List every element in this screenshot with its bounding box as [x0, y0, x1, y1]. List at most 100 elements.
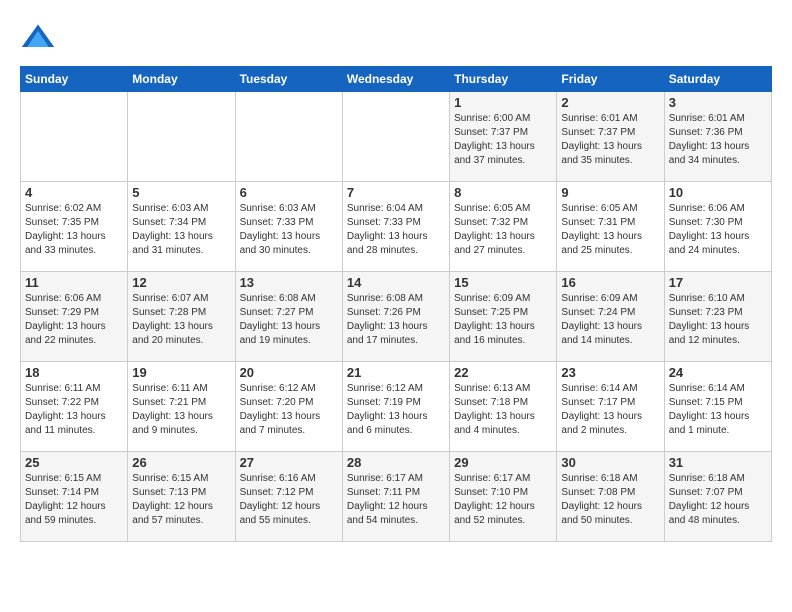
day-header-thursday: Thursday	[450, 67, 557, 92]
calendar-table: SundayMondayTuesdayWednesdayThursdayFrid…	[20, 66, 772, 542]
calendar-cell: 12 Sunrise: 6:07 AM Sunset: 7:28 PM Dayli…	[128, 272, 235, 362]
day-number: 15	[454, 275, 552, 290]
day-header-monday: Monday	[128, 67, 235, 92]
day-header-tuesday: Tuesday	[235, 67, 342, 92]
page-header	[20, 20, 772, 56]
cell-content: Sunrise: 6:04 AM Sunset: 7:33 PM Dayligh…	[347, 202, 445, 258]
cell-content: Sunrise: 6:09 AM Sunset: 7:25 PM Dayligh…	[454, 292, 552, 348]
calendar-cell: 22 Sunrise: 6:13 AM Sunset: 7:18 PM Dayli…	[450, 362, 557, 452]
day-number: 2	[561, 95, 659, 110]
calendar-cell: 26 Sunrise: 6:15 AM Sunset: 7:13 PM Dayli…	[128, 452, 235, 542]
day-number: 19	[132, 365, 230, 380]
logo	[20, 20, 62, 56]
calendar-cell: 20 Sunrise: 6:12 AM Sunset: 7:20 PM Dayli…	[235, 362, 342, 452]
day-number: 23	[561, 365, 659, 380]
cell-content: Sunrise: 6:03 AM Sunset: 7:33 PM Dayligh…	[240, 202, 338, 258]
calendar-cell	[342, 92, 449, 182]
calendar-week-5: 25Sunrise: 6:15 AM Sunset: 7:14 PM Dayli…	[21, 452, 772, 542]
cell-content: Sunrise: 6:05 AM Sunset: 7:32 PM Dayligh…	[454, 202, 552, 258]
day-number: 13	[240, 275, 338, 290]
cell-content: Sunrise: 6:02 AM Sunset: 7:35 PM Dayligh…	[25, 202, 123, 258]
cell-content: Sunrise: 6:11 AM Sunset: 7:21 PM Dayligh…	[132, 382, 230, 438]
cell-content: Sunrise: 6:14 AM Sunset: 7:17 PM Dayligh…	[561, 382, 659, 438]
day-number: 10	[669, 185, 767, 200]
calendar-cell: 19 Sunrise: 6:11 AM Sunset: 7:21 PM Dayli…	[128, 362, 235, 452]
calendar-week-2: 4 Sunrise: 6:02 AM Sunset: 7:35 PM Daylig…	[21, 182, 772, 272]
calendar-cell: 6 Sunrise: 6:03 AM Sunset: 7:33 PM Daylig…	[235, 182, 342, 272]
cell-content: Sunrise: 6:01 AM Sunset: 7:36 PM Dayligh…	[669, 112, 767, 168]
day-number: 11	[25, 275, 123, 290]
calendar-cell	[235, 92, 342, 182]
cell-content: Sunrise: 6:01 AM Sunset: 7:37 PM Dayligh…	[561, 112, 659, 168]
calendar-cell: 25Sunrise: 6:15 AM Sunset: 7:14 PM Dayli…	[21, 452, 128, 542]
calendar-cell: 31 Sunrise: 6:18 AM Sunset: 7:07 PM Dayli…	[664, 452, 771, 542]
calendar-cell: 23 Sunrise: 6:14 AM Sunset: 7:17 PM Dayli…	[557, 362, 664, 452]
calendar-week-1: 1Sunrise: 6:00 AM Sunset: 7:37 PM Daylig…	[21, 92, 772, 182]
cell-content: Sunrise: 6:12 AM Sunset: 7:19 PM Dayligh…	[347, 382, 445, 438]
day-number: 18	[25, 365, 123, 380]
calendar-cell: 10 Sunrise: 6:06 AM Sunset: 7:30 PM Dayli…	[664, 182, 771, 272]
cell-content: Sunrise: 6:18 AM Sunset: 7:07 PM Dayligh…	[669, 472, 767, 528]
day-number: 12	[132, 275, 230, 290]
cell-content: Sunrise: 6:15 AM Sunset: 7:13 PM Dayligh…	[132, 472, 230, 528]
cell-content: Sunrise: 6:08 AM Sunset: 7:26 PM Dayligh…	[347, 292, 445, 348]
calendar-cell: 17 Sunrise: 6:10 AM Sunset: 7:23 PM Dayli…	[664, 272, 771, 362]
day-number: 21	[347, 365, 445, 380]
day-number: 1	[454, 95, 552, 110]
calendar-cell: 3 Sunrise: 6:01 AM Sunset: 7:36 PM Daylig…	[664, 92, 771, 182]
calendar-cell: 9 Sunrise: 6:05 AM Sunset: 7:31 PM Daylig…	[557, 182, 664, 272]
day-header-sunday: Sunday	[21, 67, 128, 92]
day-number: 4	[25, 185, 123, 200]
day-header-wednesday: Wednesday	[342, 67, 449, 92]
cell-content: Sunrise: 6:07 AM Sunset: 7:28 PM Dayligh…	[132, 292, 230, 348]
day-number: 9	[561, 185, 659, 200]
day-number: 22	[454, 365, 552, 380]
cell-content: Sunrise: 6:15 AM Sunset: 7:14 PM Dayligh…	[25, 472, 123, 528]
cell-content: Sunrise: 6:16 AM Sunset: 7:12 PM Dayligh…	[240, 472, 338, 528]
cell-content: Sunrise: 6:17 AM Sunset: 7:11 PM Dayligh…	[347, 472, 445, 528]
calendar-cell	[128, 92, 235, 182]
calendar-cell: 29 Sunrise: 6:17 AM Sunset: 7:10 PM Dayli…	[450, 452, 557, 542]
calendar-cell: 13 Sunrise: 6:08 AM Sunset: 7:27 PM Dayli…	[235, 272, 342, 362]
day-number: 17	[669, 275, 767, 290]
day-number: 6	[240, 185, 338, 200]
day-number: 14	[347, 275, 445, 290]
calendar-cell: 5 Sunrise: 6:03 AM Sunset: 7:34 PM Daylig…	[128, 182, 235, 272]
cell-content: Sunrise: 6:10 AM Sunset: 7:23 PM Dayligh…	[669, 292, 767, 348]
day-number: 5	[132, 185, 230, 200]
calendar-cell: 7Sunrise: 6:04 AM Sunset: 7:33 PM Daylig…	[342, 182, 449, 272]
cell-content: Sunrise: 6:12 AM Sunset: 7:20 PM Dayligh…	[240, 382, 338, 438]
day-header-saturday: Saturday	[664, 67, 771, 92]
day-number: 28	[347, 455, 445, 470]
day-number: 24	[669, 365, 767, 380]
calendar-cell: 2 Sunrise: 6:01 AM Sunset: 7:37 PM Daylig…	[557, 92, 664, 182]
calendar-cell: 30 Sunrise: 6:18 AM Sunset: 7:08 PM Dayli…	[557, 452, 664, 542]
cell-content: Sunrise: 6:03 AM Sunset: 7:34 PM Dayligh…	[132, 202, 230, 258]
calendar-cell: 16Sunrise: 6:09 AM Sunset: 7:24 PM Dayli…	[557, 272, 664, 362]
cell-content: Sunrise: 6:18 AM Sunset: 7:08 PM Dayligh…	[561, 472, 659, 528]
calendar-week-4: 18Sunrise: 6:11 AM Sunset: 7:22 PM Dayli…	[21, 362, 772, 452]
day-number: 31	[669, 455, 767, 470]
day-number: 3	[669, 95, 767, 110]
cell-content: Sunrise: 6:13 AM Sunset: 7:18 PM Dayligh…	[454, 382, 552, 438]
calendar-header-row: SundayMondayTuesdayWednesdayThursdayFrid…	[21, 67, 772, 92]
calendar-cell: 28 Sunrise: 6:17 AM Sunset: 7:11 PM Dayli…	[342, 452, 449, 542]
calendar-cell	[21, 92, 128, 182]
cell-content: Sunrise: 6:06 AM Sunset: 7:29 PM Dayligh…	[25, 292, 123, 348]
cell-content: Sunrise: 6:17 AM Sunset: 7:10 PM Dayligh…	[454, 472, 552, 528]
day-number: 29	[454, 455, 552, 470]
day-number: 26	[132, 455, 230, 470]
cell-content: Sunrise: 6:06 AM Sunset: 7:30 PM Dayligh…	[669, 202, 767, 258]
calendar-cell: 1Sunrise: 6:00 AM Sunset: 7:37 PM Daylig…	[450, 92, 557, 182]
day-number: 30	[561, 455, 659, 470]
cell-content: Sunrise: 6:08 AM Sunset: 7:27 PM Dayligh…	[240, 292, 338, 348]
logo-icon	[20, 20, 56, 56]
cell-content: Sunrise: 6:05 AM Sunset: 7:31 PM Dayligh…	[561, 202, 659, 258]
day-header-friday: Friday	[557, 67, 664, 92]
cell-content: Sunrise: 6:09 AM Sunset: 7:24 PM Dayligh…	[561, 292, 659, 348]
day-number: 20	[240, 365, 338, 380]
calendar-cell: 11 Sunrise: 6:06 AM Sunset: 7:29 PM Dayli…	[21, 272, 128, 362]
calendar-cell: 14 Sunrise: 6:08 AM Sunset: 7:26 PM Dayli…	[342, 272, 449, 362]
calendar-week-3: 11 Sunrise: 6:06 AM Sunset: 7:29 PM Dayli…	[21, 272, 772, 362]
calendar-cell: 21 Sunrise: 6:12 AM Sunset: 7:19 PM Dayli…	[342, 362, 449, 452]
